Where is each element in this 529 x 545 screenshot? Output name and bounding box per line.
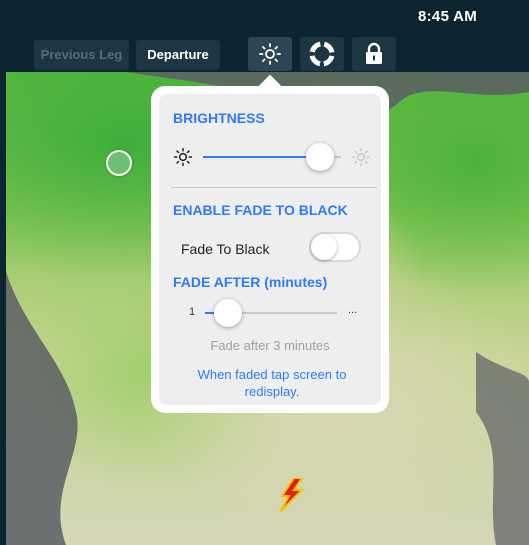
fade-slider-max-label: ...	[348, 304, 358, 316]
brightness-title: BRIGHTNESS	[173, 110, 265, 126]
fade-after-slider[interactable]: 1 ...	[159, 294, 381, 330]
fade-caption: Fade after 3 minutes	[210, 338, 330, 353]
lock-button[interactable]	[352, 37, 396, 71]
brightness-slider[interactable]	[173, 142, 373, 172]
brightness-icon	[259, 43, 281, 65]
toggle-knob	[311, 234, 337, 260]
toolbar: Previous Leg Departure	[0, 34, 529, 72]
enable-fade-title: ENABLE FADE TO BLACK	[173, 202, 348, 218]
status-time: 8:45 AM	[418, 8, 478, 25]
departure-button[interactable]: Departure	[136, 40, 220, 70]
fade-track-empty	[241, 312, 337, 314]
previous-leg-button[interactable]: Previous Leg	[34, 40, 129, 70]
brightness-high-icon	[351, 147, 371, 167]
fade-note: When faded tap screen to redisplay.	[197, 367, 347, 399]
lightning-icon	[279, 478, 305, 512]
fade-to-black-toggle[interactable]	[309, 232, 361, 262]
brightness-popover: BRIGHTNESS ENABLE FADE TO BLACK Fade To …	[151, 86, 389, 413]
status-bar: 8:45 AM	[0, 0, 529, 34]
brightness-button[interactable]	[248, 37, 292, 71]
lifebuoy-icon	[309, 41, 335, 67]
lock-icon	[366, 42, 382, 64]
popover-panel: BRIGHTNESS ENABLE FADE TO BLACK Fade To …	[159, 94, 381, 405]
brightness-thumb[interactable]	[306, 143, 335, 171]
brightness-track-filled	[203, 156, 321, 158]
divider	[171, 187, 377, 188]
fade-toggle-label: Fade To Black	[181, 241, 270, 257]
position-marker[interactable]	[106, 150, 132, 176]
fade-thumb[interactable]	[214, 299, 242, 327]
brightness-low-icon	[173, 147, 193, 167]
fade-slider-min-label: 1	[189, 306, 196, 318]
lifebuoy-button[interactable]	[300, 37, 344, 71]
fade-after-title: FADE AFTER (minutes)	[173, 274, 328, 290]
